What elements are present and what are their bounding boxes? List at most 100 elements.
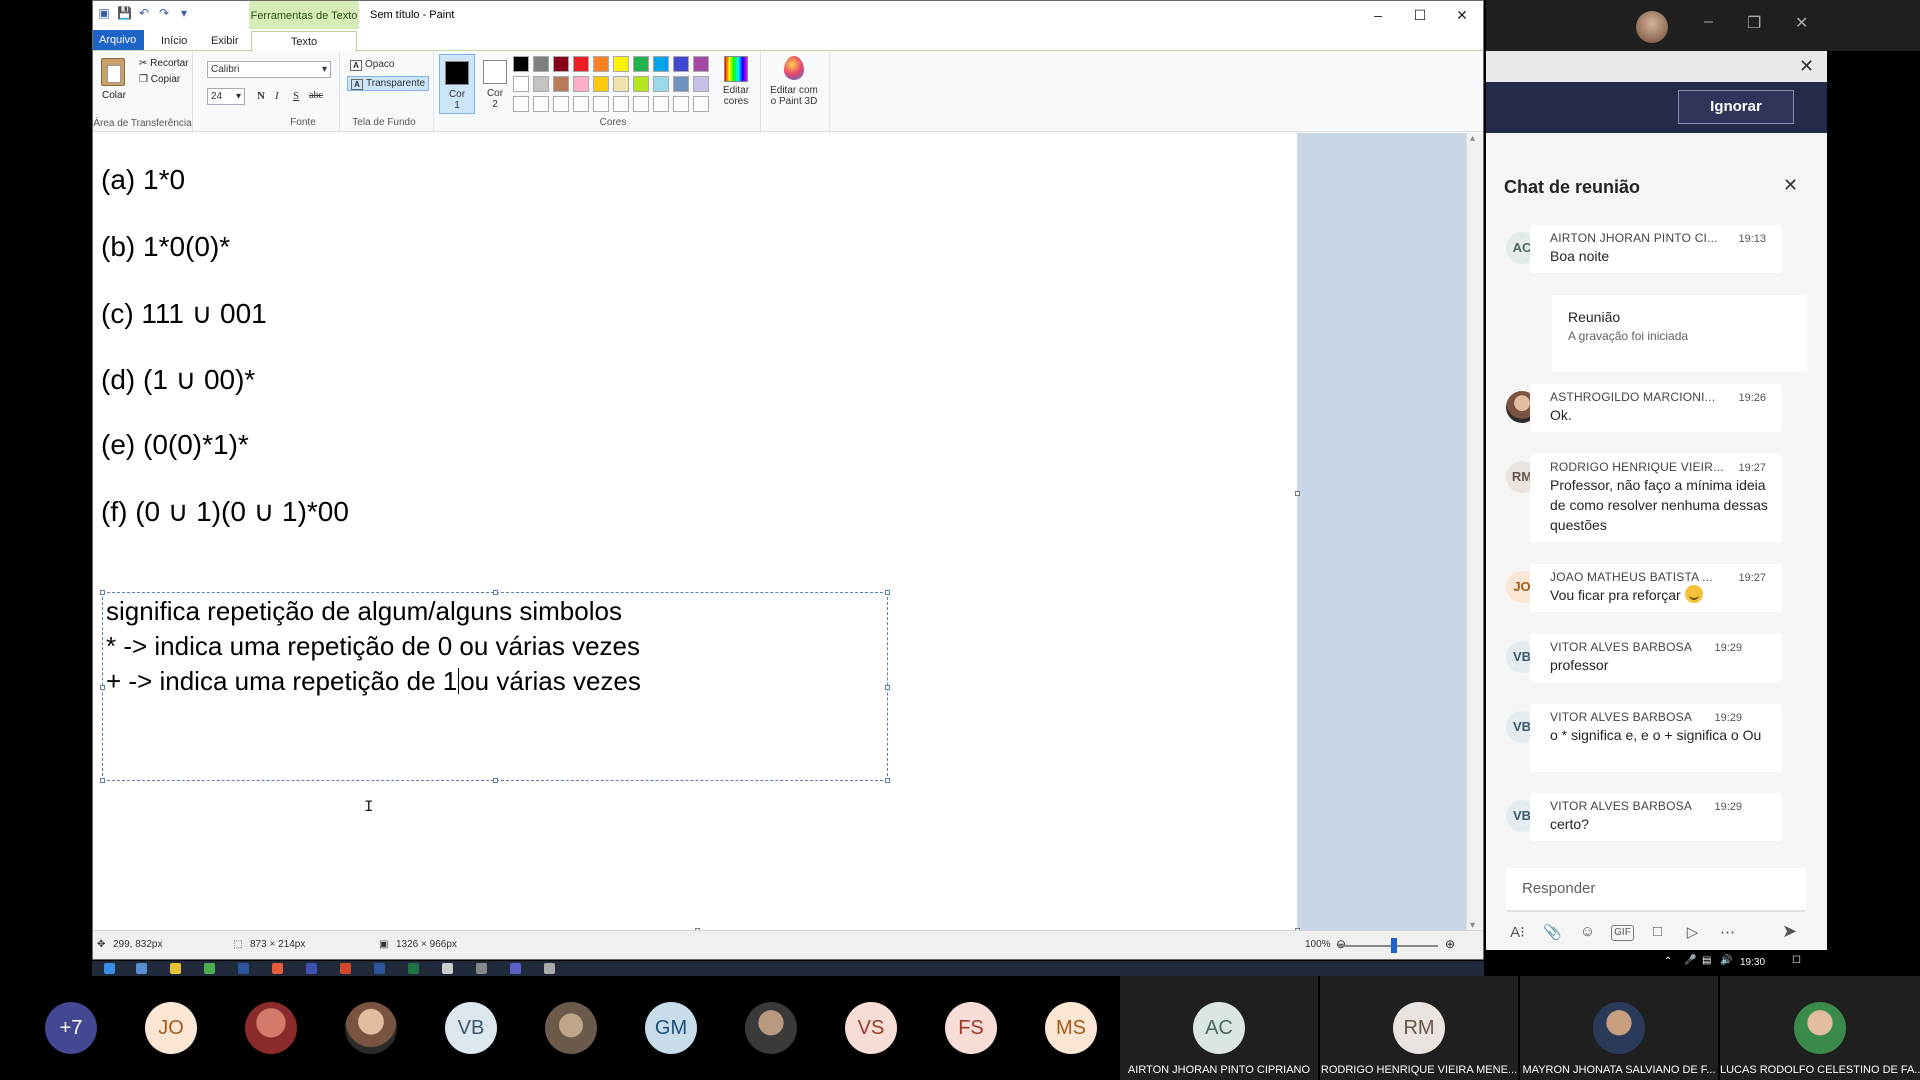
taskbar-app-icon[interactable] (306, 963, 317, 974)
participant-tile[interactable]: MAYRON JHONATA SALVIANO DE F... (1520, 976, 1718, 1080)
banner-close-icon[interactable]: ✕ (1799, 56, 1814, 77)
palette-swatch[interactable] (533, 56, 549, 72)
canvas-resize-handle[interactable] (1295, 491, 1300, 496)
palette-swatch[interactable] (573, 56, 589, 72)
opaque-option[interactable]: A Opaco (347, 58, 397, 71)
participant-avatar[interactable]: MS (1045, 1002, 1097, 1054)
participant-avatar[interactable]: VS (845, 1002, 897, 1054)
palette-swatch[interactable] (533, 96, 549, 112)
palette-swatch[interactable] (613, 96, 629, 112)
strikethrough-button[interactable]: abc (309, 90, 323, 101)
participant-avatar[interactable]: FS (945, 1002, 997, 1054)
tab-arquivo[interactable]: Arquivo (93, 30, 144, 50)
powerpoint-icon[interactable] (340, 963, 351, 974)
canvas[interactable]: (a) 1*0 (b) 1*0(0)* (c) 111 ∪ 001 (d) (1… (93, 133, 1297, 931)
bold-button[interactable]: N (257, 90, 265, 102)
font-size-select[interactable]: 24 ▾ (207, 88, 245, 105)
more-options-icon[interactable]: ⋯ (1716, 923, 1739, 941)
paint-app-icon[interactable]: ▣ (97, 6, 111, 20)
teams-restore-icon[interactable]: ❐ (1747, 13, 1761, 33)
resize-handle[interactable] (100, 590, 105, 595)
palette-swatch[interactable] (653, 96, 669, 112)
undo-icon[interactable]: ↶ (137, 6, 151, 20)
tab-inicio[interactable]: Início (151, 31, 197, 51)
zoom-slider[interactable] (1338, 945, 1438, 947)
save-icon[interactable]: 💾 (117, 6, 132, 20)
paste-button[interactable]: Colar (102, 90, 126, 101)
palette-swatch[interactable] (553, 96, 569, 112)
attach-icon[interactable]: 📎 (1541, 923, 1564, 941)
palette-swatch[interactable] (513, 56, 529, 72)
chrome-icon[interactable] (204, 963, 215, 974)
palette-swatch[interactable] (573, 96, 589, 112)
word-icon[interactable] (374, 963, 385, 974)
palette-swatch[interactable] (633, 76, 649, 92)
chat-close-icon[interactable]: ✕ (1783, 175, 1798, 196)
notifications-icon[interactable]: ☐ (1792, 955, 1801, 966)
palette-swatch[interactable] (553, 56, 569, 72)
transparent-option[interactable]: A Transparente (347, 76, 430, 91)
palette-swatch[interactable] (693, 96, 709, 112)
palette-swatch[interactable] (533, 76, 549, 92)
microphone-icon[interactable]: 🎤 (1684, 955, 1696, 966)
resize-handle[interactable] (493, 590, 498, 595)
palette-swatch[interactable] (653, 56, 669, 72)
participant-avatar[interactable]: GM (645, 1002, 697, 1054)
palette-swatch[interactable] (633, 96, 649, 112)
zoom-slider-thumb[interactable] (1391, 938, 1397, 953)
palette-swatch[interactable] (613, 56, 629, 72)
start-icon[interactable] (104, 963, 115, 974)
paint-taskbar-icon[interactable] (544, 963, 555, 974)
taskbar-app-icon[interactable] (136, 963, 147, 974)
teams-minimize-icon[interactable]: – (1704, 13, 1713, 31)
send-icon[interactable]: ➤ (1782, 921, 1797, 942)
participant-avatar[interactable]: VB (445, 1002, 497, 1054)
copy-button[interactable]: ❐ Copiar (139, 74, 180, 85)
teams-icon[interactable] (510, 963, 521, 974)
clock[interactable]: 19:30 (1740, 957, 1765, 968)
tab-texto[interactable]: Texto (251, 31, 357, 53)
redo-icon[interactable]: ↷ (157, 6, 171, 20)
participant-avatar[interactable] (545, 1002, 597, 1054)
participant-tile[interactable]: AC AIRTON JHORAN PINTO CIPRIANO (1120, 976, 1318, 1080)
text-box[interactable]: significa repetição de algum/alguns simb… (100, 590, 890, 783)
zoom-in-icon[interactable]: ⊕ (1445, 937, 1455, 951)
palette-swatch[interactable] (693, 76, 709, 92)
participant-avatar[interactable] (245, 1002, 297, 1054)
gif-icon[interactable]: GIF (1611, 925, 1634, 941)
palette-swatch[interactable] (593, 56, 609, 72)
edit-paint3d-button[interactable]: Editar com o Paint 3D (763, 56, 825, 107)
excel-icon[interactable] (408, 963, 419, 974)
participant-tile[interactable]: LUCAS RODOLFO CELESTINO DE FA... (1720, 976, 1920, 1080)
edit-colors-button[interactable]: Editar cores (716, 56, 756, 107)
palette-swatch[interactable] (593, 96, 609, 112)
tab-exibir[interactable]: Exibir (201, 31, 249, 51)
taskbar-app-icon[interactable] (238, 963, 249, 974)
palette-swatch[interactable] (693, 56, 709, 72)
resize-handle[interactable] (885, 590, 890, 595)
emoji-icon[interactable]: ☺ (1576, 923, 1599, 941)
participant-avatar[interactable] (745, 1002, 797, 1054)
customize-qat-icon[interactable]: ▾ (177, 6, 191, 20)
format-icon[interactable]: A⁝ (1506, 923, 1529, 941)
palette-swatch[interactable] (553, 76, 569, 92)
reply-input[interactable]: Responder (1506, 868, 1806, 912)
minimize-icon[interactable]: – (1357, 1, 1399, 29)
font-family-select[interactable]: Calibri ▾ (207, 61, 331, 78)
meet-now-icon[interactable]: ▷ (1681, 923, 1704, 941)
resize-handle[interactable] (493, 778, 498, 783)
color-1-button[interactable]: Cor 1 (439, 54, 475, 114)
palette-swatch[interactable] (613, 76, 629, 92)
resize-handle[interactable] (100, 685, 105, 690)
ignore-button[interactable]: Ignorar (1678, 90, 1794, 124)
maximize-icon[interactable]: ☐ (1399, 1, 1441, 29)
resize-handle[interactable] (100, 778, 105, 783)
paste-icon[interactable] (101, 58, 125, 86)
network-icon[interactable]: ▤ (1702, 955, 1711, 966)
palette-swatch[interactable] (653, 76, 669, 92)
participant-avatar[interactable]: JO (145, 1002, 197, 1054)
close-icon[interactable]: ✕ (1441, 1, 1483, 29)
palette-swatch[interactable] (633, 56, 649, 72)
palette-swatch[interactable] (673, 96, 689, 112)
sticker-icon[interactable]: □ (1646, 923, 1669, 941)
